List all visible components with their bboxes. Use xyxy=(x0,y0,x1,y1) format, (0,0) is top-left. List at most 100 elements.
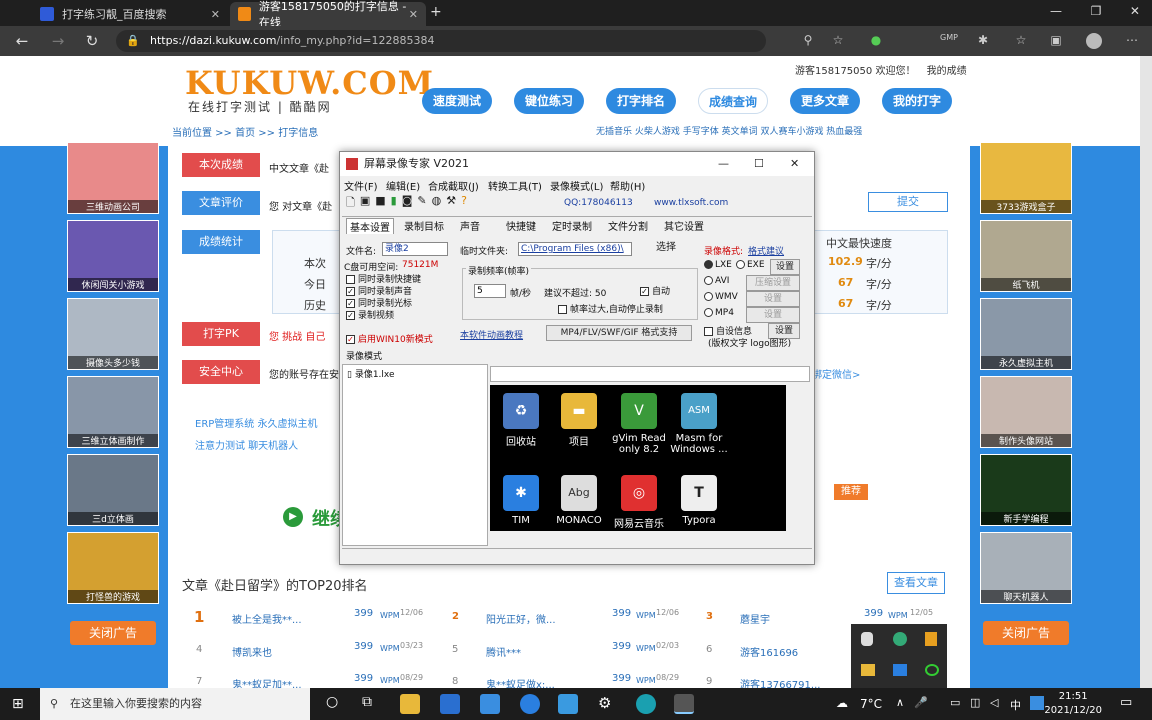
extension-gmp-icon[interactable]: GMP xyxy=(940,33,958,49)
frame-rate-input[interactable]: 5 xyxy=(474,284,506,298)
left-ad-3[interactable]: 摄像头多少钱 xyxy=(67,298,159,370)
desktop-icon-gvim[interactable]: VgVim Read only 8.2 xyxy=(610,393,668,455)
rank-name[interactable]: 蘑星宇 xyxy=(740,611,770,626)
filename-input[interactable]: 录像2 xyxy=(382,242,448,256)
green-tray-icon[interactable] xyxy=(925,664,939,676)
wmv-set-button[interactable]: 设置 xyxy=(746,291,800,307)
volume-icon[interactable]: ◁ xyxy=(990,696,998,709)
rank-name[interactable]: 被上全是我**... xyxy=(232,611,302,626)
taskbar-search-input[interactable]: ⚲ 在这里输入你要搜索的内容 xyxy=(40,688,310,720)
auto-stop-checkbox[interactable]: 帧率过大,自动停止录制 xyxy=(558,302,663,315)
refresh-icon[interactable]: ↻ xyxy=(82,32,102,50)
menu-record-mode[interactable]: 录像模式(L) xyxy=(550,178,603,193)
format-avi-radio[interactable]: AVI xyxy=(704,276,729,286)
tutorial-link[interactable]: 本软件动画教程 xyxy=(460,328,523,341)
close-tab-icon[interactable]: ✕ xyxy=(211,8,220,21)
desktop-icon-monaco[interactable]: Abg MONACO xyxy=(550,475,608,526)
format-support-button[interactable]: MP4/FLV/SWF/GIF 格式支持 xyxy=(546,325,692,341)
help-icon[interactable]: ? xyxy=(461,194,467,212)
nav-ranking[interactable]: 打字排名 xyxy=(606,88,676,114)
play-icon[interactable]: ▶ xyxy=(283,507,303,527)
menu-help[interactable]: 帮助(H) xyxy=(610,178,645,193)
ime-app-icon[interactable] xyxy=(1030,696,1044,710)
weather-temp[interactable]: 7°C xyxy=(860,697,882,711)
left-ad-5[interactable]: 三d立体画 xyxy=(67,454,159,526)
rank-name[interactable]: 阳光正好，微... xyxy=(486,611,556,626)
my-scores-link[interactable]: 我的成绩 xyxy=(927,66,967,77)
windows-start-icon[interactable]: ⊞ xyxy=(12,696,24,712)
favorites-icon[interactable]: ☆ xyxy=(1013,33,1029,49)
tab-timer[interactable]: 定时录制 xyxy=(552,218,592,234)
desktop-icon-netease[interactable]: ◎ 网易云音乐 xyxy=(610,475,668,530)
favorite-star-icon[interactable]: ☆ xyxy=(830,33,846,49)
mp4-set-button[interactable]: 设置 xyxy=(746,307,800,323)
tab-target[interactable]: 录制目标 xyxy=(404,218,444,234)
permissions-icon[interactable]: ⚲ xyxy=(800,33,816,49)
nav-score-query[interactable]: 成绩查询 xyxy=(698,88,768,114)
url-input[interactable]: 🔒 https://dazi.kukuw.com/info_my.php?id=… xyxy=(116,30,766,52)
nav-my-typing[interactable]: 我的打字 xyxy=(882,88,952,114)
desktop-icon-masm[interactable]: ASM Masm for Windows ... xyxy=(670,393,728,455)
view-article-button[interactable]: 查看文章 xyxy=(887,572,945,594)
store-icon[interactable] xyxy=(480,694,500,714)
maximize-icon[interactable]: ❐ xyxy=(1091,4,1102,18)
minimize-icon[interactable]: — xyxy=(1050,4,1062,18)
check-video[interactable]: ✓ 录制视频 xyxy=(346,308,394,321)
globe-icon[interactable]: ◍ xyxy=(432,194,442,212)
rank-name[interactable]: 博凯来也 xyxy=(232,644,272,659)
collections-icon[interactable]: ▣ xyxy=(1048,33,1064,49)
ime-indicator[interactable]: 中 xyxy=(1010,697,1021,713)
desktop-icon-project[interactable]: ▬ 项目 xyxy=(550,393,608,448)
format-mp4-radio[interactable]: MP4 xyxy=(704,308,734,318)
menu-compose[interactable]: 合成截取(J) xyxy=(428,178,479,193)
left-ad-1[interactable]: 三维动画公司 xyxy=(67,142,159,214)
format-exe-radio[interactable]: EXE xyxy=(736,260,765,270)
edge-icon[interactable] xyxy=(636,694,656,714)
win10-checkbox[interactable]: ✓ 启用WIN10新模式 xyxy=(346,332,433,345)
compress-set-button[interactable]: 压缩设置 xyxy=(746,275,800,291)
forward-icon[interactable]: → xyxy=(48,32,68,50)
mail-icon[interactable] xyxy=(440,694,460,714)
dialog-minimize-icon[interactable]: — xyxy=(718,152,729,176)
auto-checkbox[interactable]: ✓ 自动 xyxy=(640,284,670,297)
submit-review-button[interactable]: 提交 xyxy=(868,192,948,212)
rank-name[interactable]: 腾讯*** xyxy=(486,644,521,659)
folder-tray-icon[interactable] xyxy=(861,664,875,676)
nav-speed-test[interactable]: 速度测试 xyxy=(422,88,492,114)
usb-icon[interactable] xyxy=(861,632,873,646)
dialog-maximize-icon[interactable]: ☐ xyxy=(754,152,764,176)
preview-scrollbar[interactable] xyxy=(786,385,798,531)
format-lxe-radio[interactable]: LXE xyxy=(704,260,732,270)
mic-icon[interactable]: 🎤 xyxy=(914,696,928,709)
file-explorer-icon[interactable] xyxy=(400,694,420,714)
nav-key-practice[interactable]: 键位练习 xyxy=(514,88,584,114)
format-suggest-link[interactable]: 格式建议 xyxy=(748,244,784,257)
clock[interactable]: 21:51 2021/12/20 xyxy=(1044,690,1102,718)
notification-icon[interactable]: ▭ xyxy=(1120,695,1132,710)
tab-basic[interactable]: 基本设置 xyxy=(346,218,394,234)
menu-edit[interactable]: 编辑(E) xyxy=(386,178,420,193)
settings-gear-icon[interactable]: ⚙ xyxy=(598,694,611,712)
tab-sound[interactable]: 声音 xyxy=(460,218,480,234)
desktop-icon-tim[interactable]: ✱ TIM xyxy=(492,475,550,526)
vscode-icon[interactable] xyxy=(558,694,578,714)
close-window-icon[interactable]: ✕ xyxy=(1130,4,1140,18)
record-icon[interactable]: ▣ xyxy=(360,194,370,212)
menu-file[interactable]: 文件(F) xyxy=(344,178,378,193)
dialog-close-icon[interactable]: ✕ xyxy=(790,152,799,176)
desktop-icon-recycle[interactable]: ♻ 回收站 xyxy=(492,393,550,448)
left-ad-2[interactable]: 休闲闯关小游戏 xyxy=(67,220,159,292)
new-file-icon[interactable]: 🗋 xyxy=(346,194,355,212)
left-ad-4[interactable]: 三维立体画制作 xyxy=(67,376,159,448)
weather-icon[interactable]: ☁ xyxy=(836,696,848,710)
play-record-icon[interactable]: ▮ xyxy=(391,194,397,212)
more-menu-icon[interactable]: ⋯ xyxy=(1124,33,1140,49)
back-icon[interactable]: ← xyxy=(12,32,32,50)
close-ad-right-button[interactable]: 关闭广告 xyxy=(983,621,1069,645)
bind-wechat-link[interactable]: 绑定微信> xyxy=(812,366,860,381)
links-row-2[interactable]: 注意力测试 聊天机器人 xyxy=(195,437,298,452)
top-links[interactable]: 无插音乐 火柴人游戏 手写字体 英文单词 双人赛车小游戏 热血最强 xyxy=(596,124,862,137)
right-ad-5[interactable]: 新手学编程 xyxy=(980,454,1072,526)
tools-icon[interactable]: ⚒ xyxy=(446,194,456,212)
puzzle-icon[interactable]: ✱ xyxy=(975,33,991,49)
